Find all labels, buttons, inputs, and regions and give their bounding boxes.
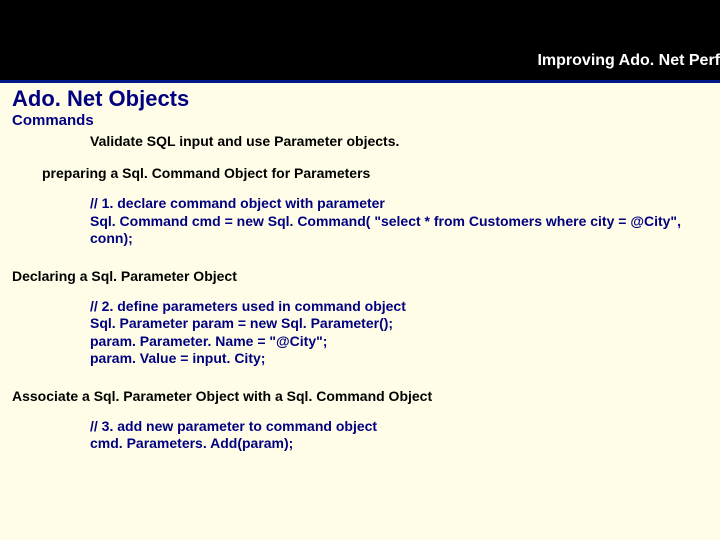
- sub-heading: Commands: [0, 112, 720, 133]
- code-line: param. Value = input. City;: [90, 350, 706, 368]
- code-line: // 1. declare command object with parame…: [90, 195, 706, 213]
- code-line: Sql. Parameter param = new Sql. Paramete…: [90, 315, 706, 333]
- header-band: Improving Ado. Net Perf: [0, 0, 720, 83]
- section-associate: Associate a Sql. Parameter Object with a…: [0, 388, 720, 418]
- code-block-2: // 2. define parameters used in command …: [0, 298, 720, 388]
- code-line: Sql. Command cmd = new Sql. Command( "se…: [90, 213, 706, 248]
- code-line: // 2. define parameters used in command …: [90, 298, 706, 316]
- code-line: cmd. Parameters. Add(param);: [90, 435, 706, 453]
- header-text: Improving Ado. Net Perf: [537, 52, 720, 70]
- code-line: // 3. add new parameter to command objec…: [90, 418, 706, 436]
- code-line: param. Parameter. Name = "@City";: [90, 333, 706, 351]
- code-block-1: // 1. declare command object with parame…: [0, 195, 720, 268]
- section-prepare: preparing a Sql. Command Object for Para…: [0, 165, 720, 195]
- intro-text: Validate SQL input and use Parameter obj…: [0, 133, 720, 165]
- code-block-3: // 3. add new parameter to command objec…: [0, 418, 720, 473]
- page-title: Ado. Net Objects: [0, 83, 720, 112]
- section-declare: Declaring a Sql. Parameter Object: [0, 268, 720, 298]
